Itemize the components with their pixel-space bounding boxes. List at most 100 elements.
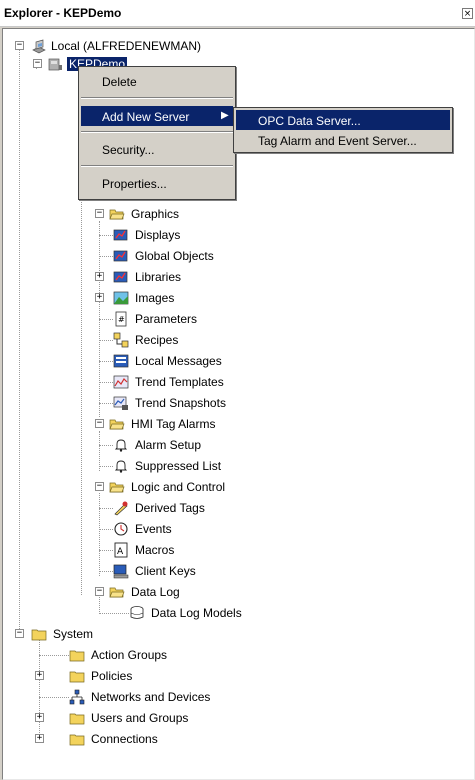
tree-node-local[interactable]: − Local (ALFREDENEWMAN) (9, 37, 309, 55)
submenu-arrow-icon: ▶ (221, 110, 229, 121)
tree-label: Policies (91, 669, 133, 683)
collapse-toggle[interactable]: − (95, 587, 104, 596)
title-bar: Explorer - KEPDemo × (0, 0, 475, 27)
folder-icon (69, 734, 85, 746)
menu-item-properties[interactable]: Properties... (81, 173, 233, 193)
global-objects-icon (113, 250, 128, 262)
collapse-toggle[interactable]: − (15, 629, 24, 638)
tree-node-graphics[interactable]: − Graphics (93, 205, 293, 223)
tree-node-parameters[interactable]: # Parameters (99, 310, 313, 328)
tree-node-derived-tags[interactable]: Derived Tags (99, 499, 313, 517)
application-icon (48, 58, 62, 71)
tree-node-data-log[interactable]: − Data Log (93, 583, 313, 601)
folder-open-icon (109, 419, 125, 430)
tree-label: Logic and Control (131, 480, 226, 494)
tree-label: Local (ALFREDENEWMAN) (51, 39, 202, 53)
tree-label: HMI Tag Alarms (131, 417, 216, 431)
tree-node-displays[interactable]: Displays (99, 226, 313, 244)
tree-node-client-keys[interactable]: Client Keys (99, 562, 313, 580)
tree-label: Displays (135, 228, 181, 242)
tree-node-policies[interactable]: + Policies (35, 667, 273, 685)
tree-node-data-log-models[interactable]: Data Log Models (99, 604, 329, 622)
tree-connector (99, 431, 100, 471)
tree-label: Data Log Models (151, 606, 242, 620)
tree-node-networks-and-devices[interactable]: Networks and Devices (39, 688, 309, 706)
macro-icon: A (114, 542, 128, 558)
svg-text:A: A (117, 547, 124, 557)
menu-separator (81, 165, 233, 167)
tree-label: Trend Templates (135, 375, 224, 389)
tree-node-system[interactable]: − System (9, 625, 209, 643)
expand-toggle[interactable]: + (35, 734, 44, 743)
expand-toggle[interactable]: + (95, 272, 104, 281)
tree-node-connections[interactable]: + Connections (35, 730, 293, 748)
trend-snapshot-icon (113, 396, 128, 410)
tree-label: Events (135, 522, 172, 536)
tree-node-logic-and-control[interactable]: − Logic and Control (93, 478, 313, 496)
tree-connector (99, 493, 100, 576)
tree-connector (99, 361, 113, 362)
tree-node-users-and-groups[interactable]: + Users and Groups (35, 709, 293, 727)
collapse-toggle[interactable]: − (95, 209, 104, 218)
tree-label: Recipes (135, 333, 179, 347)
expand-toggle[interactable]: + (35, 671, 44, 680)
close-button[interactable]: × (462, 8, 473, 19)
folder-icon (69, 650, 85, 662)
tree-connector (81, 197, 82, 595)
menu-item-opc-data-server[interactable]: OPC Data Server... (236, 110, 450, 130)
tree-node-trend-snapshots[interactable]: Trend Snapshots (99, 394, 313, 412)
clock-icon (114, 522, 128, 536)
tree-node-images[interactable]: + Images (95, 289, 297, 307)
tree-label: Alarm Setup (135, 438, 202, 452)
network-icon (69, 689, 85, 705)
tree-connector (99, 256, 113, 257)
collapse-toggle[interactable]: − (95, 419, 104, 428)
collapse-toggle[interactable]: − (15, 41, 24, 50)
menu-item-add-new-server[interactable]: Add New Server ▶ (81, 106, 233, 126)
tree-node-recipes[interactable]: Recipes (99, 331, 313, 349)
bell-icon (114, 439, 128, 452)
tree-node-global-objects[interactable]: Global Objects (99, 247, 313, 265)
tree-label: Graphics (131, 207, 180, 221)
tree-connector (99, 235, 113, 236)
menu-item-security[interactable]: Security... (81, 139, 233, 159)
tree-label: Users and Groups (91, 711, 189, 725)
menu-separator (81, 131, 233, 133)
tree-connector (99, 550, 113, 551)
collapse-toggle[interactable]: − (95, 482, 104, 491)
derived-tags-icon (114, 501, 128, 516)
tree-node-action-groups[interactable]: Action Groups (39, 646, 289, 664)
tree-connector (99, 445, 113, 446)
tree-node-libraries[interactable]: + Libraries (95, 268, 297, 286)
tree-label: Suppressed List (135, 459, 222, 473)
tree-label: Networks and Devices (91, 690, 211, 704)
tree-connector (39, 655, 69, 656)
tree-label: Images (135, 291, 175, 305)
menu-item-tag-alarm-event-server[interactable]: Tag Alarm and Event Server... (236, 130, 450, 150)
trend-template-icon (113, 375, 129, 389)
collapse-toggle[interactable]: − (33, 59, 42, 68)
display-icon (113, 229, 128, 241)
image-icon (113, 291, 129, 305)
tree-node-macros[interactable]: A Macros (99, 541, 313, 559)
tree-node-hmi-tag-alarms[interactable]: − HMI Tag Alarms (93, 415, 313, 433)
context-menu: Delete Add New Server ▶ Security... Prop… (78, 66, 236, 200)
tree-connector (19, 47, 20, 637)
expand-toggle[interactable]: + (95, 293, 104, 302)
tree-label: Global Objects (135, 249, 214, 263)
tree-connector (99, 571, 113, 572)
folder-open-icon (109, 209, 125, 220)
tree-node-events[interactable]: Events (99, 520, 313, 538)
folder-icon (31, 629, 47, 641)
tree-node-local-messages[interactable]: Local Messages (99, 352, 313, 370)
tree-label: Libraries (135, 270, 182, 284)
tree-connector (99, 319, 113, 320)
menu-item-delete[interactable]: Delete (81, 71, 233, 91)
tree-node-suppressed-list[interactable]: Suppressed List (99, 457, 313, 475)
expand-toggle[interactable]: + (35, 713, 44, 722)
tree-node-alarm-setup[interactable]: Alarm Setup (99, 436, 313, 454)
tree-node-trend-templates[interactable]: Trend Templates (99, 373, 313, 391)
tree-label: Connections (91, 732, 158, 746)
tree-label: Macros (135, 543, 175, 557)
menu-separator (81, 97, 233, 99)
